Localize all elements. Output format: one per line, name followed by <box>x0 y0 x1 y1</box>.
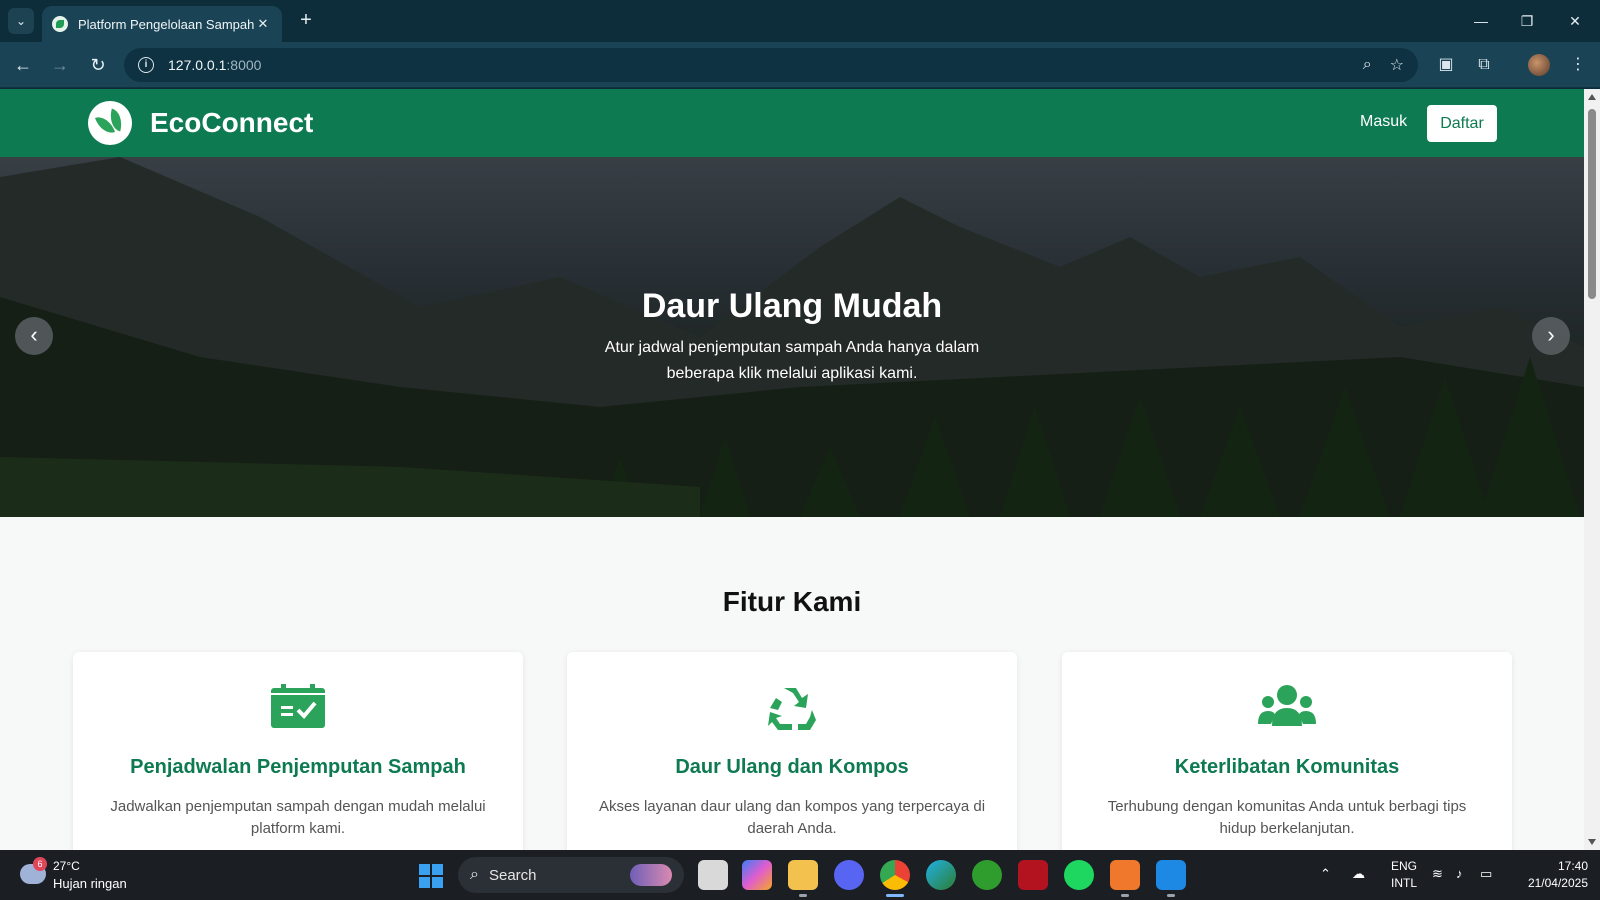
browser-tab-strip: ⌄ Platform Pengelolaan Sampah ✕ + — ❐ ✕ <box>0 0 1600 42</box>
search-highlight-image <box>630 864 672 886</box>
running-indicator <box>799 894 807 897</box>
running-indicator <box>1167 894 1175 897</box>
carousel-prev-button[interactable]: ‹ <box>15 317 53 355</box>
chevron-up-icon[interactable]: ⌃ <box>1320 866 1331 882</box>
file-explorer-icon[interactable] <box>788 860 818 890</box>
onedrive-cloud-icon[interactable]: ☁ <box>1352 866 1365 882</box>
restore-button[interactable]: ❐ <box>1512 8 1542 34</box>
running-indicator <box>1121 894 1129 897</box>
weather-temperature[interactable]: 27°C <box>53 859 80 873</box>
tab-search-button[interactable]: ⌄ <box>8 8 34 34</box>
hero-subtitle: Atur jadwal penjemputan sampah Anda hany… <box>604 339 980 382</box>
chrome-icon[interactable] <box>880 860 910 890</box>
extension-app-icon[interactable]: ▣ <box>1434 53 1458 77</box>
more-menu-icon[interactable]: ⋮ <box>1566 53 1590 77</box>
wifi-icon[interactable]: ≋ <box>1432 866 1443 882</box>
taskbar-search-label: Search <box>488 866 537 884</box>
browser-toolbar: ← → ↻ i 127.0.0.1:8000 ⌕ ☆ ▣ ⧉ ⋮ <box>0 42 1600 88</box>
edge-icon[interactable] <box>926 860 956 890</box>
users-icon <box>1258 685 1316 726</box>
windows-taskbar: 6 27°C Hujan ringan ⌕ Search ⌃ ☁ ENG INT… <box>0 850 1600 900</box>
profile-avatar[interactable] <box>1528 54 1550 76</box>
discord-icon[interactable] <box>834 860 864 890</box>
active-indicator <box>886 894 904 897</box>
weather-description[interactable]: Hujan ringan <box>53 876 127 891</box>
hero-title: Daur Ulang Mudah <box>641 287 943 325</box>
close-window-button[interactable]: ✕ <box>1560 8 1590 34</box>
search-icon: ⌕ <box>470 866 479 883</box>
forward-arrow-icon[interactable]: → <box>46 51 74 79</box>
scroll-thumb[interactable] <box>1588 109 1596 299</box>
scroll-down-arrow-icon[interactable] <box>1588 839 1596 845</box>
feature-card-recycle: Daur Ulang dan Kompos Akses layanan daur… <box>567 652 1017 850</box>
scroll-up-arrow-icon[interactable] <box>1588 94 1596 100</box>
url-text[interactable]: 127.0.0.1:8000 <box>168 57 1345 73</box>
spotify-icon[interactable] <box>1064 860 1094 890</box>
vscode-icon[interactable] <box>1156 860 1186 890</box>
clock-time[interactable]: 17:40 <box>1512 859 1588 873</box>
feature-card-pickup: Penjadwalan Penjemputan Sampah Jadwalkan… <box>73 652 523 850</box>
eco-logo-icon[interactable] <box>88 101 132 145</box>
feature-card-description: Terhubung dengan komunitas Anda untuk be… <box>1107 798 1467 837</box>
page-scrollbar[interactable] <box>1584 89 1600 850</box>
hero-carousel: Daur Ulang Mudah Atur jadwal penjemputan… <box>0 157 1584 517</box>
game-app-icon[interactable] <box>1018 860 1048 890</box>
tab-title: Platform Pengelolaan Sampah <box>78 16 254 32</box>
recycle-icon <box>768 688 816 730</box>
feature-card-description: Jadwalkan penjemputan sampah dengan muda… <box>110 798 486 837</box>
register-button[interactable]: Daftar <box>1427 105 1497 142</box>
address-bar[interactable]: i 127.0.0.1:8000 ⌕ ☆ <box>124 48 1418 82</box>
weather-badge: 6 <box>33 857 47 871</box>
bookmark-star-icon[interactable]: ☆ <box>1390 55 1404 75</box>
tab-close-button[interactable]: ✕ <box>254 16 272 32</box>
minimize-button[interactable]: — <box>1466 8 1496 34</box>
clock-date[interactable]: 21/04/2025 <box>1512 876 1588 890</box>
xbox-icon[interactable] <box>972 860 1002 890</box>
carousel-next-button[interactable]: › <box>1532 317 1570 355</box>
feature-card-title: Penjadwalan Penjemputan Sampah <box>130 756 466 778</box>
calendar-check-icon <box>271 684 325 728</box>
site-info-icon[interactable]: i <box>138 57 154 73</box>
windows-start-icon[interactable] <box>419 864 443 888</box>
url-host: 127.0.0.1 <box>168 57 227 73</box>
leaf-favicon-icon <box>52 16 68 32</box>
feature-card-community: Keterlibatan Komunitas Terhubung dengan … <box>1062 652 1512 850</box>
brand-name[interactable]: EcoConnect <box>150 107 313 139</box>
taskbar-search-box[interactable]: ⌕ Search <box>458 857 684 893</box>
reload-icon[interactable]: ↻ <box>84 51 112 79</box>
language-bottom[interactable]: INTL <box>1386 876 1422 890</box>
feature-card-title: Daur Ulang dan Kompos <box>675 756 909 778</box>
copilot-icon[interactable] <box>742 860 772 890</box>
back-arrow-icon[interactable]: ← <box>9 51 37 79</box>
language-top[interactable]: ENG <box>1386 859 1422 873</box>
chevron-down-icon: ⌄ <box>15 14 27 28</box>
site-navbar: EcoConnect Masuk Daftar <box>0 89 1584 157</box>
new-tab-button[interactable]: + <box>293 8 319 34</box>
login-link[interactable]: Masuk <box>1360 113 1407 131</box>
battery-icon[interactable]: ▭ <box>1480 866 1492 882</box>
features-heading: Fitur Kami <box>722 586 862 617</box>
zoom-icon[interactable]: ⌕ <box>1363 56 1372 74</box>
extensions-puzzle-icon[interactable]: ⧉ <box>1472 53 1496 77</box>
url-port: :8000 <box>226 57 262 73</box>
task-view-icon[interactable] <box>698 860 728 890</box>
browser-tab-active[interactable]: Platform Pengelolaan Sampah ✕ <box>42 6 282 42</box>
web-page: EcoConnect Masuk Daftar Daur Ulang Mudah… <box>0 89 1584 850</box>
feature-card-description: Akses layanan daur ulang dan kompos yang… <box>598 798 986 837</box>
feature-card-title: Keterlibatan Komunitas <box>1174 756 1400 778</box>
volume-icon[interactable]: ♪ <box>1456 866 1463 881</box>
xampp-icon[interactable] <box>1110 860 1140 890</box>
